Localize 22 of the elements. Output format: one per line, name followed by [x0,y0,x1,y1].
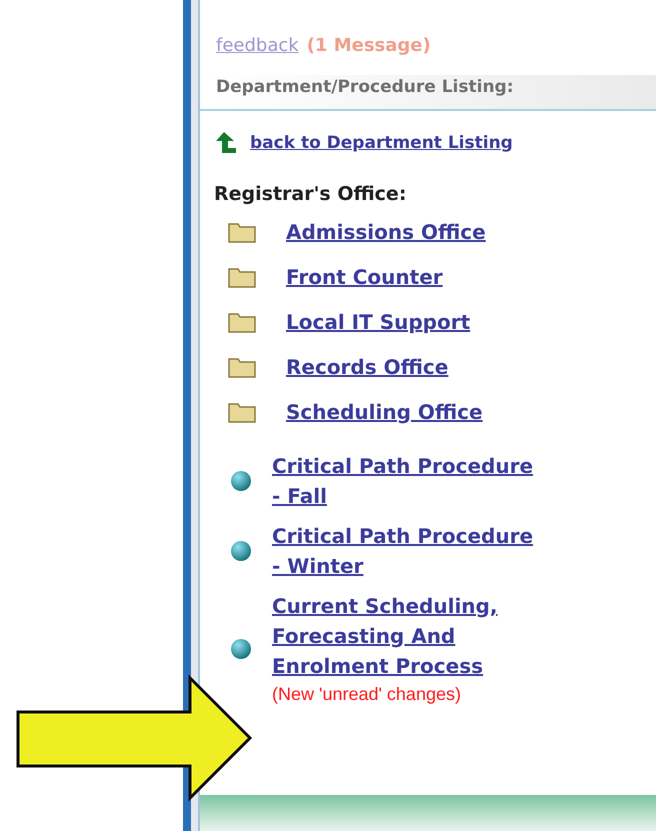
up-arrow-icon [214,132,238,154]
procedure-link[interactable]: Current Scheduling, Forecasting And Enrolment Process [272,590,547,680]
unread-note: (New 'unread' changes) [272,682,462,706]
department-heading: Registrar's Office: [214,182,408,207]
folder-icon [228,356,256,378]
folder-icon [228,220,256,242]
procedure-link[interactable]: Critical Path Procedure - Winter [272,520,547,580]
folder-link[interactable]: Admissions Office [286,216,486,246]
folder-link[interactable]: Front Counter [286,262,443,292]
bullet-icon [230,540,252,562]
message-count: (1 Message) [306,34,431,58]
bullet-icon [230,638,252,660]
folder-icon [228,266,256,288]
folder-link[interactable]: Scheduling Office [286,396,483,426]
section-title: Department/Procedure Listing: [216,77,514,97]
bullet-icon [230,470,252,492]
folder-icon [228,400,256,422]
folder-link[interactable]: Records Office [286,352,448,382]
folder-link[interactable]: Local IT Support [286,306,470,336]
procedure-link[interactable]: Critical Path Procedure - Fall [272,450,547,510]
back-link[interactable]: back to Department Listing [250,130,513,156]
folder-icon [228,310,256,332]
